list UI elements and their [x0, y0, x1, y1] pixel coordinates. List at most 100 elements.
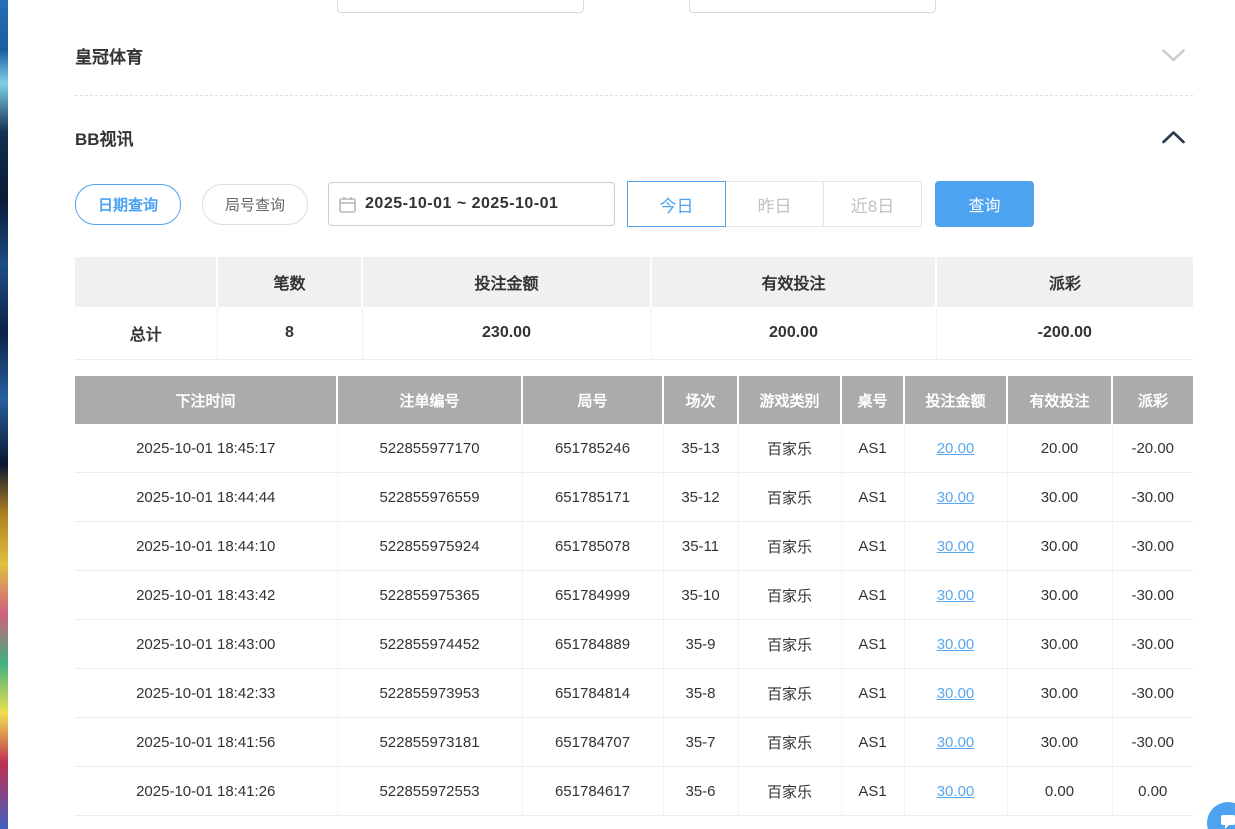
cell-valid-bet: 30.00: [1007, 718, 1112, 767]
cell-round: 651785078: [522, 522, 663, 571]
cell-game-type: 百家乐: [738, 522, 841, 571]
cell-bet-id: 522855973181: [337, 718, 522, 767]
section-header-bb-video[interactable]: BB视讯: [75, 125, 1193, 150]
cell-round: 651784707: [522, 718, 663, 767]
section-divider: [75, 95, 1193, 96]
summary-valid-bet-value: 200.00: [651, 307, 936, 360]
cell-session: 35-13: [663, 424, 738, 473]
chevron-down-icon[interactable]: [1154, 45, 1193, 66]
cell-bet-amount-link[interactable]: 30.00: [904, 522, 1007, 571]
date-range-value: 2025-10-01 ~ 2025-10-01: [365, 195, 558, 213]
table-row: 2025-10-01 18:43:00522855974452651784889…: [75, 620, 1193, 669]
cell-session: 35-7: [663, 718, 738, 767]
chevron-up-icon[interactable]: [1154, 127, 1193, 148]
filter-toolbar: 日期查询 局号查询 2025-10-01 ~ 2025-10-01 今日 昨日 …: [75, 181, 1193, 227]
top-input-1[interactable]: [337, 0, 584, 13]
last-8-days-button[interactable]: 近8日: [823, 181, 922, 227]
cell-round: 651784814: [522, 669, 663, 718]
cell-session: 35-12: [663, 473, 738, 522]
cell-game-type: 百家乐: [738, 473, 841, 522]
detail-header-table-no: 桌号: [841, 376, 904, 424]
table-row: 2025-10-01 18:43:42522855975365651784999…: [75, 571, 1193, 620]
cell-bet-time: 2025-10-01 18:43:42: [75, 571, 337, 620]
cell-session: 35-8: [663, 669, 738, 718]
chat-bubble-icon: [1219, 812, 1235, 829]
detail-header-session: 场次: [663, 376, 738, 424]
floating-service-button[interactable]: [1207, 802, 1235, 829]
cell-valid-bet: 30.00: [1007, 571, 1112, 620]
cell-bet-amount-link[interactable]: 30.00: [904, 620, 1007, 669]
cell-bet-time: 2025-10-01 18:44:10: [75, 522, 337, 571]
cell-bet-id: 522855977170: [337, 424, 522, 473]
cell-bet-amount-link[interactable]: 20.00: [904, 424, 1007, 473]
cell-valid-bet: 30.00: [1007, 522, 1112, 571]
search-button[interactable]: 查询: [935, 181, 1034, 227]
summary-count-value: 8: [217, 307, 362, 360]
cell-payout: -30.00: [1112, 571, 1193, 620]
cell-round: 651785246: [522, 424, 663, 473]
cell-game-type: 百家乐: [738, 767, 841, 816]
table-row: 2025-10-01 18:45:17522855977170651785246…: [75, 424, 1193, 473]
report-page: 皇冠体育 BB视讯 日期查询 局号查询: [0, 0, 1235, 829]
yesterday-button[interactable]: 昨日: [725, 181, 824, 227]
cell-session: 35-11: [663, 522, 738, 571]
cell-bet-time: 2025-10-01 18:41:26: [75, 767, 337, 816]
cell-bet-id: 522855974452: [337, 620, 522, 669]
main-content: 皇冠体育 BB视讯 日期查询 局号查询: [75, 0, 1193, 829]
detail-header-valid-bet: 有效投注: [1007, 376, 1112, 424]
cell-payout: 0.00: [1112, 767, 1193, 816]
cell-bet-amount-link[interactable]: 30.00: [904, 718, 1007, 767]
cell-payout: -20.00: [1112, 424, 1193, 473]
detail-header-bet-time: 下注时间: [75, 376, 337, 424]
summary-header-bet-amount: 投注金额: [362, 257, 651, 307]
detail-table-body: 2025-10-01 18:45:17522855977170651785246…: [75, 424, 1193, 816]
cell-round: 651785171: [522, 473, 663, 522]
date-query-tab[interactable]: 日期查询: [75, 184, 181, 225]
summary-header-payout: 派彩: [936, 257, 1193, 307]
cell-table-no: AS1: [841, 571, 904, 620]
cell-table-no: AS1: [841, 620, 904, 669]
background-image-strip: [0, 0, 8, 829]
date-range-picker[interactable]: 2025-10-01 ~ 2025-10-01: [328, 182, 615, 226]
cell-session: 35-10: [663, 571, 738, 620]
section-header-crown-sports[interactable]: 皇冠体育: [75, 43, 1193, 68]
cell-bet-time: 2025-10-01 18:45:17: [75, 424, 337, 473]
summary-total-row: 总计 8 230.00 200.00 -200.00: [75, 307, 1193, 360]
cell-bet-amount-link[interactable]: 30.00: [904, 571, 1007, 620]
cell-round: 651784889: [522, 620, 663, 669]
cell-session: 35-9: [663, 620, 738, 669]
cell-bet-amount-link[interactable]: 30.00: [904, 669, 1007, 718]
summary-header-valid-bet: 有效投注: [651, 257, 936, 307]
cell-valid-bet: 30.00: [1007, 669, 1112, 718]
cell-valid-bet: 20.00: [1007, 424, 1112, 473]
cell-table-no: AS1: [841, 718, 904, 767]
detail-header-game-type: 游戏类别: [738, 376, 841, 424]
top-input-2[interactable]: [689, 0, 936, 13]
cell-game-type: 百家乐: [738, 620, 841, 669]
cell-table-no: AS1: [841, 767, 904, 816]
cell-table-no: AS1: [841, 473, 904, 522]
cell-valid-bet: 30.00: [1007, 473, 1112, 522]
round-query-tab[interactable]: 局号查询: [202, 184, 308, 225]
summary-bet-amount-value: 230.00: [362, 307, 651, 360]
today-button[interactable]: 今日: [627, 181, 726, 227]
cell-bet-id: 522855973953: [337, 669, 522, 718]
cell-game-type: 百家乐: [738, 424, 841, 473]
cell-payout: -30.00: [1112, 522, 1193, 571]
cell-game-type: 百家乐: [738, 669, 841, 718]
table-row: 2025-10-01 18:41:26522855972553651784617…: [75, 767, 1193, 816]
cell-round: 651784617: [522, 767, 663, 816]
cell-bet-amount-link[interactable]: 30.00: [904, 767, 1007, 816]
cell-table-no: AS1: [841, 522, 904, 571]
cell-payout: -30.00: [1112, 718, 1193, 767]
cell-session: 35-6: [663, 767, 738, 816]
detail-header-bet-amount: 投注金额: [904, 376, 1007, 424]
cell-bet-amount-link[interactable]: 30.00: [904, 473, 1007, 522]
detail-header-round: 局号: [522, 376, 663, 424]
summary-payout-value: -200.00: [936, 307, 1193, 360]
cell-payout: -30.00: [1112, 620, 1193, 669]
table-row: 2025-10-01 18:42:33522855973953651784814…: [75, 669, 1193, 718]
quick-range-group: 今日 昨日 近8日: [627, 181, 922, 227]
cell-table-no: AS1: [841, 669, 904, 718]
detail-header-row: 下注时间 注单编号 局号 场次 游戏类别 桌号 投注金额 有效投注 派彩: [75, 376, 1193, 424]
